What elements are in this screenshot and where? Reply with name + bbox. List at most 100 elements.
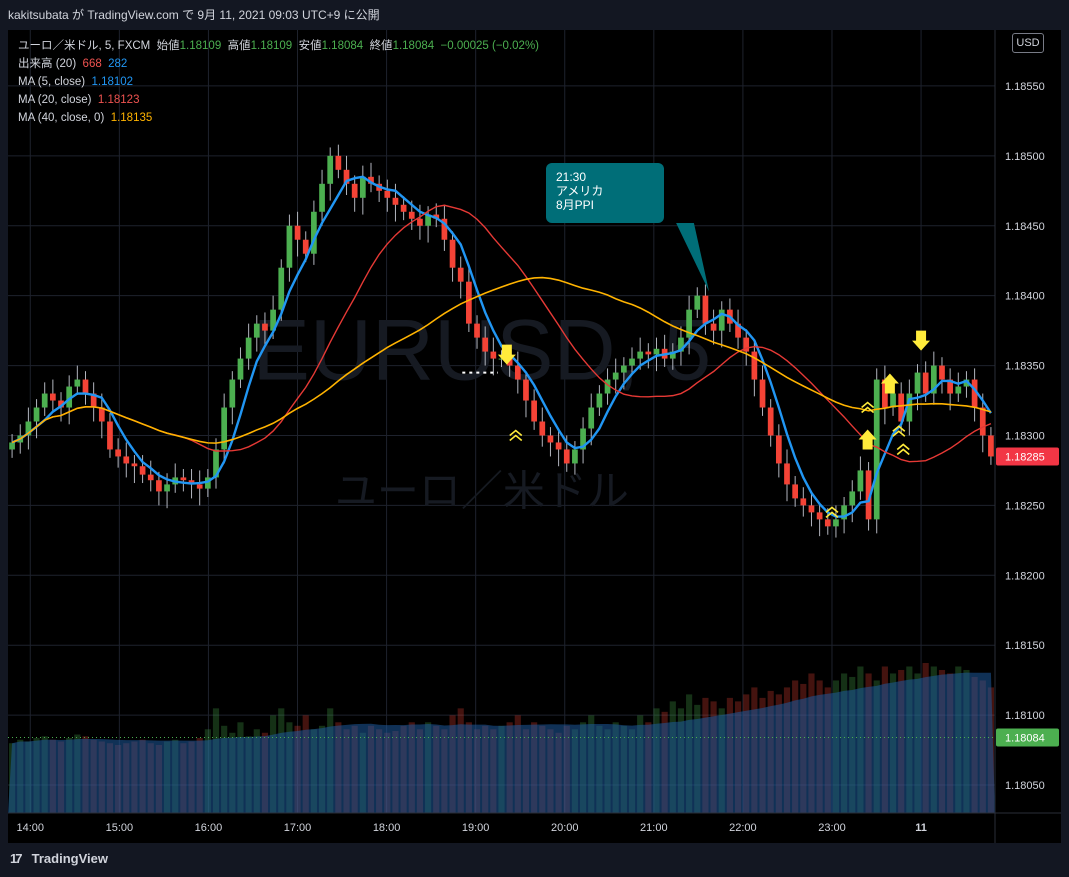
ma40-label: MA (40, close, 0) xyxy=(18,112,105,124)
candle xyxy=(955,372,962,402)
candle xyxy=(41,382,48,416)
candle-body xyxy=(237,358,244,380)
candle-body xyxy=(857,470,864,492)
attribution-text: kakitsubata が TradingView.com で 9月 11, 2… xyxy=(8,8,380,22)
candle-body xyxy=(612,372,619,380)
candle-body xyxy=(939,365,945,380)
event-callout: 21:30 アメリカ 8月PPI xyxy=(546,163,664,223)
price-chart[interactable]: EURUSD, 5ユーロ／米ドル1.185501.185001.184501.1… xyxy=(8,30,1061,843)
candle-body xyxy=(514,365,521,380)
close-value: 1.18084 xyxy=(392,40,435,52)
candle xyxy=(245,323,252,370)
candle-body xyxy=(33,407,40,422)
candle-body xyxy=(408,211,415,219)
candle xyxy=(930,351,937,405)
chart-legend: ユーロ／米ドル, 5, FXCM 始値1.18109 高値1.18109 安値1… xyxy=(18,37,539,127)
watermark: EURUSD, 5 ユーロ／米ドル xyxy=(252,303,711,516)
candle xyxy=(882,365,888,425)
price-tick-label: 1.18550 xyxy=(1005,81,1045,93)
candle-body xyxy=(131,463,138,467)
volume-ma-area xyxy=(8,672,995,813)
candle xyxy=(213,438,219,489)
candle xyxy=(294,211,301,257)
candle-body xyxy=(800,498,807,506)
callout-country: アメリカ xyxy=(556,184,604,198)
price-tick-label: 1.18200 xyxy=(1005,570,1045,582)
candle-body xyxy=(808,505,815,513)
candle-body xyxy=(621,365,627,373)
candle-body xyxy=(327,155,334,184)
callout-event: 8月PPI xyxy=(556,198,595,212)
candle xyxy=(74,365,81,395)
time-tick-label: 22:00 xyxy=(729,822,757,834)
price-tick-label: 1.18350 xyxy=(1005,361,1045,373)
candle-body xyxy=(50,393,56,401)
price-tick-label: 1.18150 xyxy=(1005,640,1045,652)
candle-body xyxy=(229,379,236,408)
candle xyxy=(286,214,293,282)
candle-body xyxy=(523,379,529,401)
candle-body xyxy=(775,435,782,464)
tradingview-logo-icon: 17 xyxy=(10,851,22,866)
candle xyxy=(857,456,864,500)
candle-body xyxy=(115,449,121,457)
candle xyxy=(849,480,856,523)
watermark-symbol: EURUSD, 5 xyxy=(252,303,711,399)
candle-body xyxy=(922,372,929,394)
candle-body xyxy=(873,379,880,520)
candle xyxy=(368,162,374,193)
price-tick-label: 1.18500 xyxy=(1005,151,1045,163)
candle-body xyxy=(74,379,81,387)
candle-body xyxy=(890,393,896,408)
candle-body xyxy=(702,295,709,324)
currency-button[interactable]: USD xyxy=(1012,33,1044,53)
candle-body xyxy=(596,393,603,408)
candle xyxy=(555,431,562,467)
close-label: 終値 xyxy=(369,40,393,52)
price-badge-text: 1.18084 xyxy=(1005,732,1045,744)
candle xyxy=(359,165,366,215)
candle xyxy=(115,438,121,468)
candle-body xyxy=(751,351,758,380)
candle-body xyxy=(457,267,464,282)
candle-body xyxy=(359,176,366,198)
candle-body xyxy=(572,449,578,464)
legend-ma40-row[interactable]: MA (40, close, 0) 1.18135 xyxy=(18,109,539,127)
candle-body xyxy=(384,190,391,198)
candle-body xyxy=(286,225,293,268)
candle-body xyxy=(482,337,489,352)
legend-volume-row[interactable]: 出来高 (20) 668 282 xyxy=(18,55,539,73)
price-badge-text: 1.18285 xyxy=(1005,451,1045,463)
ma5-label: MA (5, close) xyxy=(18,76,86,88)
ma20-label: MA (20, close) xyxy=(18,94,92,106)
candle-body xyxy=(914,372,921,394)
footer-bar: 17 TradingView xyxy=(0,843,1069,877)
candle xyxy=(547,427,554,457)
candle xyxy=(971,368,978,422)
candle xyxy=(457,256,464,299)
candle xyxy=(335,144,342,179)
watermark-name: ユーロ／米ドル xyxy=(335,466,629,515)
legend-ohlc-row: ユーロ／米ドル, 5, FXCM 始値1.18109 高値1.18109 安値1… xyxy=(18,37,539,55)
price-tick-label: 1.18400 xyxy=(1005,291,1045,303)
symbol-label[interactable]: ユーロ／米ドル, 5, FXCM xyxy=(18,40,150,52)
time-tick-label: 19:00 xyxy=(462,822,490,834)
price-tick-label: 1.18300 xyxy=(1005,430,1045,442)
time-tick-label: 20:00 xyxy=(551,822,579,834)
candle xyxy=(196,470,203,506)
candle-body xyxy=(637,351,644,359)
candle xyxy=(229,371,236,425)
legend-ma5-row[interactable]: MA (5, close) 1.18102 xyxy=(18,73,539,91)
time-tick-label: 14:00 xyxy=(17,822,45,834)
candle xyxy=(33,399,40,439)
tradingview-logo[interactable]: 17 TradingView xyxy=(10,851,108,866)
candle-body xyxy=(759,379,766,408)
open-value: 1.18109 xyxy=(179,40,222,52)
legend-ma20-row[interactable]: MA (20, close) 1.18123 xyxy=(18,91,539,109)
candle-body xyxy=(466,281,472,324)
candle-body xyxy=(474,323,480,338)
chart-area[interactable]: EURUSD, 5 ユーロ／米ドル 1.18550 1.18500 1.18450 1.1… xyxy=(8,30,1061,843)
candle xyxy=(751,340,758,397)
volume-label: 出来高 (20) xyxy=(18,58,77,70)
candle xyxy=(384,179,391,212)
